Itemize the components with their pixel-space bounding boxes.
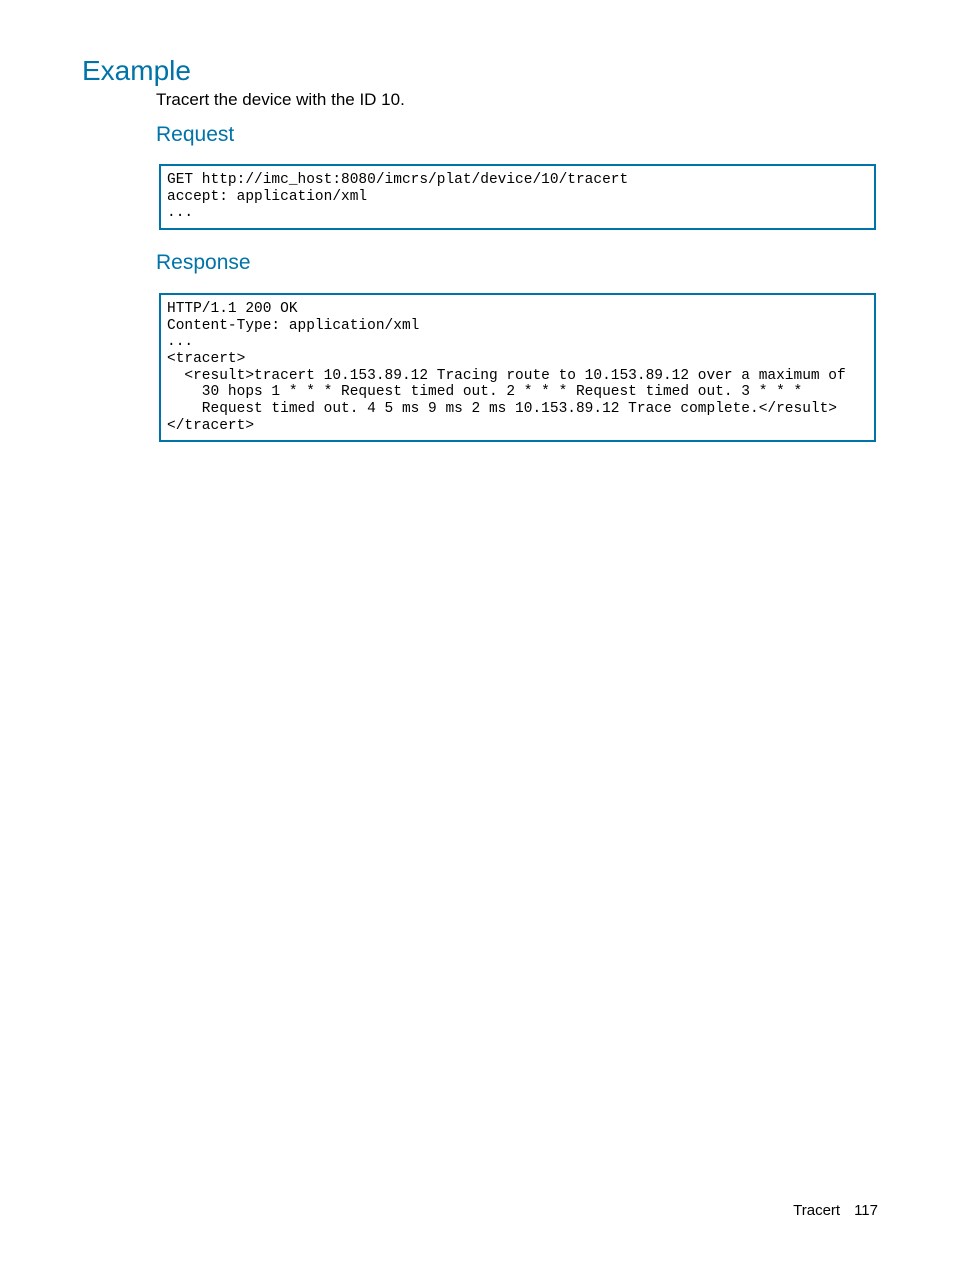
- heading-example: Example: [82, 55, 191, 87]
- code-block-response: HTTP/1.1 200 OK Content-Type: applicatio…: [159, 293, 876, 442]
- heading-response: Response: [156, 251, 251, 275]
- example-description: Tracert the device with the ID 10.: [156, 90, 405, 110]
- code-block-request: GET http://imc_host:8080/imcrs/plat/devi…: [159, 164, 876, 230]
- footer-section-name: Tracert: [793, 1202, 840, 1219]
- footer-page-number: 117: [854, 1202, 878, 1219]
- page-footer: Tracert 117: [793, 1202, 878, 1219]
- heading-request: Request: [156, 123, 234, 147]
